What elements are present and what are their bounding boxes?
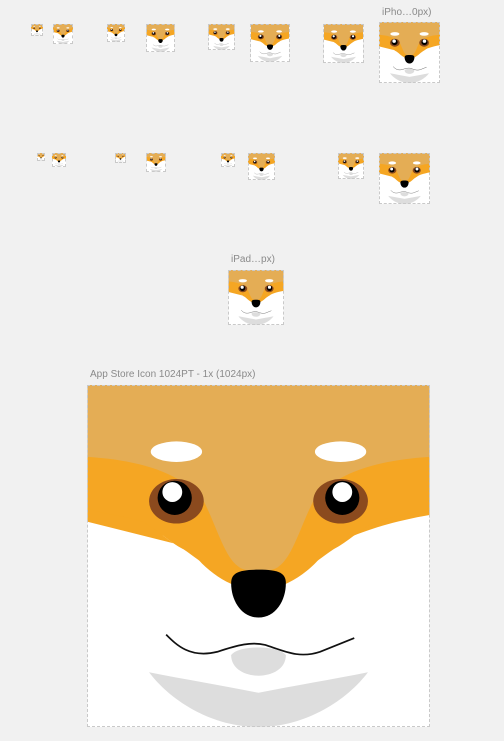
ipad-icon-40pt-1x[interactable] — [221, 153, 235, 167]
artboard-label-iphone: iPho…0px) — [382, 7, 432, 18]
app-store-icon-1024[interactable] — [87, 385, 430, 727]
iphone-icon-20pt-2x[interactable] — [31, 24, 43, 36]
ipad-icon-40pt-2x[interactable] — [248, 153, 275, 180]
ipad-pro-icon-83pt-2x[interactable] — [228, 270, 284, 325]
iphone-icon-40pt-2x[interactable] — [208, 24, 235, 50]
artboard-label-appstore: App Store Icon 1024PT - 1x (1024px) — [90, 369, 256, 380]
ipad-icon-29pt-2x[interactable] — [146, 153, 166, 172]
iphone-icon-29pt-3x[interactable] — [146, 24, 175, 52]
iphone-icon-29pt-2x[interactable] — [107, 24, 125, 42]
ipad-icon-29pt-1x[interactable] — [115, 153, 126, 163]
artboard-label-ipad: iPad…px) — [231, 254, 275, 265]
iphone-icon-60pt-2x[interactable] — [323, 24, 364, 63]
ipad-icon-76pt-2x[interactable] — [379, 153, 430, 204]
iphone-icon-20pt-3x[interactable] — [53, 24, 73, 44]
iphone-icon-60pt-3x[interactable] — [379, 22, 440, 83]
iphone-icon-40pt-3x[interactable] — [250, 24, 290, 62]
ipad-icon-20pt-2x[interactable] — [52, 153, 66, 167]
ipad-icon-20pt-1x[interactable] — [37, 153, 45, 161]
ipad-icon-76pt-1x[interactable] — [338, 153, 364, 179]
